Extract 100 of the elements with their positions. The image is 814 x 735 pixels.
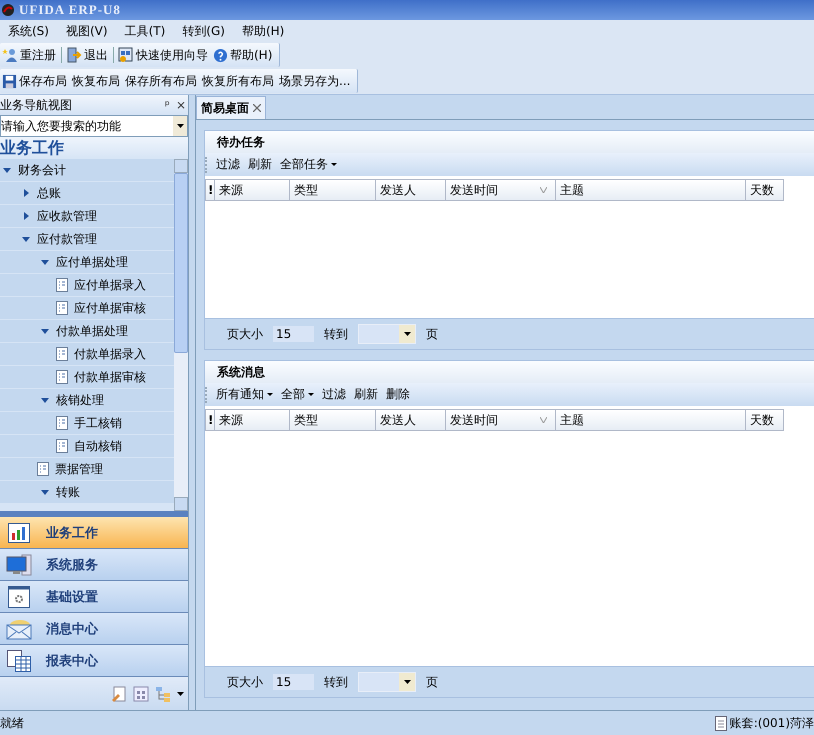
status-text: 就绪	[0, 714, 24, 732]
scrollbar[interactable]	[174, 159, 188, 511]
caret-icon	[404, 680, 410, 684]
save-icon	[2, 74, 17, 88]
toolbar-button[interactable]: 退出	[64, 44, 111, 66]
pin-button[interactable]: ᵖ	[164, 98, 170, 112]
toolbar-button[interactable]: 保存所有布局	[123, 70, 200, 92]
hierarchy-icon[interactable]	[155, 686, 171, 702]
account-text: 账套:(001)菏泽	[730, 714, 814, 732]
menu-item[interactable]: 视图(V)	[58, 22, 117, 40]
collapsed-arrow-icon	[22, 212, 30, 220]
menu-item[interactable]: 工具(T)	[116, 22, 174, 40]
document-icon	[714, 716, 727, 730]
sort-icon	[540, 187, 547, 193]
tree-item[interactable]: 票据管理	[0, 458, 174, 481]
tree-item[interactable]: 财务会计	[0, 159, 174, 182]
nav-button[interactable]: 业务工作	[0, 517, 188, 549]
close-icon[interactable]	[253, 104, 261, 112]
tree-item[interactable]: 应付单据录入	[0, 274, 174, 297]
goto-label: 转到	[324, 674, 348, 690]
toolbar-button[interactable]: 恢复布局	[70, 70, 123, 92]
page-size-label: 页大小	[227, 326, 263, 342]
logo-icon	[1, 3, 15, 17]
grid-window-icon[interactable]	[133, 686, 149, 702]
toolbar-button[interactable]: 全部	[278, 386, 317, 403]
panel-title: 业务导航视图	[0, 96, 72, 114]
column-header[interactable]: 类型	[290, 409, 376, 431]
toolbar-button[interactable]: 过滤	[213, 156, 243, 173]
document-icon	[56, 439, 68, 453]
user-icon	[2, 47, 18, 63]
caret-icon	[404, 332, 410, 336]
tree-item[interactable]: 付款单据录入	[0, 343, 174, 366]
caret-icon	[176, 124, 184, 128]
caret-icon[interactable]	[177, 692, 184, 696]
tree-item[interactable]: 核销处理	[0, 389, 174, 412]
caret-icon	[331, 163, 337, 166]
column-header[interactable]: 发送时间	[446, 179, 556, 201]
page-label: 页	[426, 674, 438, 690]
caret-icon	[267, 393, 273, 396]
toolbar-button[interactable]: 场景另存为...	[277, 70, 354, 92]
page-size-field[interactable]: 15	[273, 674, 314, 690]
column-header[interactable]: 发送时间	[446, 409, 556, 431]
toolbar-button[interactable]: 刷新	[351, 386, 381, 403]
column-header[interactable]: !	[205, 179, 215, 201]
window-grid-icon	[118, 47, 134, 63]
toolbar-button[interactable]: 保存布局	[0, 70, 70, 92]
document-icon	[56, 416, 68, 430]
column-header[interactable]: 来源	[215, 179, 290, 201]
collapsed-arrow-icon	[22, 189, 30, 197]
column-header[interactable]: 发送人	[376, 179, 446, 201]
expanded-arrow-icon	[41, 258, 49, 266]
column-header[interactable]: 来源	[215, 409, 290, 431]
tree-item[interactable]: 应付单据审核	[0, 297, 174, 320]
menu-item[interactable]: 帮助(H)	[234, 22, 294, 40]
toolbar-button[interactable]: 恢复所有布局	[200, 70, 277, 92]
menu-item[interactable]: 系统(S)	[0, 22, 58, 40]
toolbar-button[interactable]: 删除	[383, 386, 413, 403]
column-header[interactable]: 主题	[556, 409, 746, 431]
toolbar-button[interactable]: 帮助(H)	[211, 44, 276, 66]
tree-item[interactable]: 手工核销	[0, 412, 174, 435]
toolbar-button[interactable]: 快速使用向导	[116, 44, 211, 66]
column-header[interactable]: 类型	[290, 179, 376, 201]
help-icon	[213, 48, 228, 62]
column-header[interactable]: !	[205, 409, 215, 431]
column-header[interactable]: 天数	[746, 409, 784, 431]
page-size-field[interactable]: 15	[273, 326, 314, 342]
column-header[interactable]: 天数	[746, 179, 784, 201]
close-button[interactable]: ×	[176, 98, 186, 112]
document-icon	[56, 301, 68, 315]
window-title: UFIDA ERP-U8	[19, 2, 121, 18]
panel-title: 待办任务	[217, 134, 265, 150]
document-pen-icon[interactable]	[111, 686, 127, 702]
bar-chart-icon	[6, 522, 32, 542]
tree-item[interactable]: 应付单据处理	[0, 251, 174, 274]
search-field[interactable]: 请输入您要搜索的功能	[0, 115, 188, 137]
document-icon	[56, 278, 68, 292]
toolbar-button[interactable]: 刷新	[245, 156, 275, 173]
tree-item[interactable]: 应收款管理	[0, 205, 174, 228]
section-heading: 业务工作	[0, 137, 188, 159]
document-icon	[37, 462, 49, 476]
column-header[interactable]: 主题	[556, 179, 746, 201]
tree-item[interactable]: 自动核销	[0, 435, 174, 458]
table-icon	[6, 650, 32, 672]
tree-item[interactable]: 付款单据处理	[0, 320, 174, 343]
sort-icon	[540, 417, 547, 423]
dropdown-button[interactable]	[173, 116, 187, 136]
toolbar-button[interactable]: 所有通知	[213, 386, 276, 403]
toolbar-button[interactable]: 过滤	[319, 386, 349, 403]
column-header[interactable]: 发送人	[376, 409, 446, 431]
tab[interactable]: 简易桌面	[196, 96, 266, 119]
tree-item[interactable]: 付款单据审核	[0, 366, 174, 389]
tree-item[interactable]: 应付款管理	[0, 228, 174, 251]
goto-label: 转到	[324, 326, 348, 342]
tree-item[interactable]: 总账	[0, 182, 174, 205]
tree-item[interactable]: 转账	[0, 481, 174, 504]
toolbar-button[interactable]: 重注册	[0, 44, 59, 66]
expanded-arrow-icon	[3, 166, 11, 174]
toolbar-button[interactable]: 全部任务	[277, 156, 340, 173]
door-arrow-icon	[66, 47, 82, 63]
menu-item[interactable]: 转到(G)	[174, 22, 234, 40]
